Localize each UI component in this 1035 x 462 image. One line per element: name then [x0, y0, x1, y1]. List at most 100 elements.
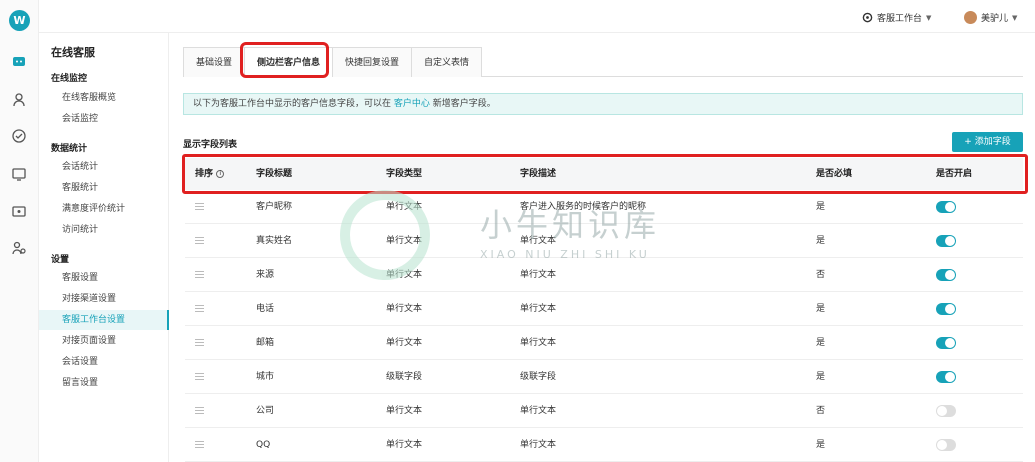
sidebar-item-message-settings[interactable]: 留言设置	[39, 373, 169, 393]
notice-text-after: 新增客户字段。	[432, 99, 496, 109]
info-notice: 以下为客服工作台中显示的客户信息字段，可以在 客户中心 新增客户字段。	[183, 93, 1023, 115]
cell-title: QQ	[256, 440, 271, 450]
cell-required: 是	[816, 236, 826, 246]
monitor-person-icon[interactable]	[11, 92, 27, 108]
cell-type: 级联字段	[386, 372, 423, 382]
users-icon[interactable]	[11, 240, 27, 256]
cell-type: 单行文本	[386, 236, 423, 246]
table-row: QQ 单行文本 单行文本 是	[185, 428, 1023, 462]
drag-handle-icon[interactable]	[195, 237, 204, 244]
enable-toggle[interactable]	[936, 439, 956, 451]
table-row: 真实姓名 单行文本 单行文本 是	[185, 224, 1023, 258]
cell-title: 电话	[256, 304, 275, 314]
sidebar-item-session-settings[interactable]: 会话设置	[39, 352, 169, 372]
drag-handle-icon[interactable]	[195, 203, 204, 210]
sidebar-item-visit-stats[interactable]: 访问统计	[39, 220, 169, 240]
cell-required: 是	[816, 372, 826, 382]
table-row: 公司 单行文本 单行文本 否	[185, 394, 1023, 428]
cell-desc: 单行文本	[520, 304, 557, 314]
table-row: 城市 级联字段 级联字段 是	[185, 360, 1023, 394]
enable-toggle[interactable]	[936, 371, 956, 383]
sidebar-item-workbench-settings[interactable]: 客服工作台设置	[39, 310, 169, 330]
sidebar-item-session-monitor[interactable]: 会话监控	[39, 109, 169, 129]
sidebar-item-overview[interactable]: 在线客服概览	[39, 88, 169, 108]
workspace-switcher[interactable]: 客服工作台 ▼	[862, 11, 931, 24]
sidebar-item-satisfaction-stats[interactable]: 满意度评价统计	[39, 199, 169, 219]
cell-type: 单行文本	[386, 270, 423, 280]
top-bar: 客服工作台 ▼ 美驴儿 ▼	[39, 0, 1035, 33]
cell-title: 客户昵称	[256, 202, 293, 212]
add-field-button[interactable]: + 添加字段	[952, 132, 1023, 152]
highlight-box-header	[182, 154, 1028, 194]
table-row: 客户昵称 单行文本 客户进入服务的时候客户的昵称 是	[185, 190, 1023, 224]
cell-type: 单行文本	[386, 202, 423, 212]
cell-title: 来源	[256, 270, 275, 280]
cell-desc: 单行文本	[520, 406, 557, 416]
workspace-label: 客服工作台	[877, 14, 923, 24]
sidebar-group-monitor: 在线监控	[51, 74, 88, 84]
chevron-down-icon: ▼	[1012, 13, 1018, 22]
sidebar: 在线客服 在线监控 在线客服概览 会话监控 数据统计 会话统计 客服统计 满意度…	[39, 33, 169, 462]
sidebar-group-stats: 数据统计	[51, 144, 88, 154]
cell-required: 是	[816, 202, 826, 212]
customer-center-link[interactable]: 客户中心	[394, 99, 430, 109]
cell-title: 公司	[256, 406, 275, 416]
icon-rail: W	[0, 0, 39, 462]
chevron-down-icon: ▼	[926, 13, 932, 22]
cell-type: 单行文本	[386, 440, 423, 450]
cell-required: 是	[816, 440, 826, 450]
sidebar-group-settings: 设置	[51, 255, 70, 265]
sidebar-item-agent-settings[interactable]: 客服设置	[39, 268, 169, 288]
cell-required: 是	[816, 338, 826, 348]
headset-icon	[862, 12, 873, 23]
screen-icon[interactable]	[11, 204, 27, 220]
cell-title: 城市	[256, 372, 275, 382]
cell-type: 单行文本	[386, 406, 423, 416]
cell-title: 真实姓名	[256, 236, 293, 246]
table-row: 邮箱 单行文本 单行文本 是	[185, 326, 1023, 360]
tab-basic-settings[interactable]: 基础设置	[183, 47, 246, 77]
table-row: 电话 单行文本 单行文本 是	[185, 292, 1023, 326]
cell-desc: 级联字段	[520, 372, 557, 382]
drag-handle-icon[interactable]	[195, 305, 204, 312]
enable-toggle[interactable]	[936, 303, 956, 315]
cell-desc: 单行文本	[520, 270, 557, 280]
sidebar-title: 在线客服	[51, 46, 95, 59]
tab-quick-reply[interactable]: 快捷回复设置	[332, 47, 413, 77]
highlight-box-tab	[240, 42, 329, 78]
list-title: 显示字段列表	[183, 140, 238, 150]
cell-type: 单行文本	[386, 304, 423, 314]
stats-screen-icon[interactable]	[11, 166, 27, 182]
cell-desc: 单行文本	[520, 236, 557, 246]
cell-required: 否	[816, 270, 826, 280]
enable-toggle[interactable]	[936, 337, 956, 349]
table-row: 来源 单行文本 单行文本 否	[185, 258, 1023, 292]
cell-desc: 客户进入服务的时候客户的昵称	[520, 202, 647, 212]
avatar	[964, 11, 977, 24]
enable-toggle[interactable]	[936, 405, 956, 417]
drag-handle-icon[interactable]	[195, 373, 204, 380]
cell-required: 是	[816, 304, 826, 314]
enable-toggle[interactable]	[936, 269, 956, 281]
drag-handle-icon[interactable]	[195, 271, 204, 278]
cell-type: 单行文本	[386, 338, 423, 348]
enable-toggle[interactable]	[936, 235, 956, 247]
check-circle-icon[interactable]	[11, 128, 27, 144]
user-menu[interactable]: 美驴儿 ▼	[964, 11, 1017, 24]
cell-required: 否	[816, 406, 826, 416]
sidebar-item-session-stats[interactable]: 会话统计	[39, 157, 169, 177]
sidebar-item-agent-stats[interactable]: 客服统计	[39, 178, 169, 198]
sidebar-item-channel-settings[interactable]: 对接渠道设置	[39, 289, 169, 309]
drag-handle-icon[interactable]	[195, 407, 204, 414]
drag-handle-icon[interactable]	[195, 441, 204, 448]
tab-custom-emoji[interactable]: 自定义表情	[411, 47, 483, 77]
user-name: 美驴儿	[981, 14, 1009, 24]
drag-handle-icon[interactable]	[195, 339, 204, 346]
notice-text-before: 以下为客服工作台中显示的客户信息字段，可以在	[193, 99, 392, 109]
enable-toggle[interactable]	[936, 201, 956, 213]
chat-icon[interactable]	[11, 54, 27, 70]
cell-desc: 单行文本	[520, 338, 557, 348]
app-logo[interactable]: W	[9, 10, 30, 31]
sidebar-item-page-settings[interactable]: 对接页面设置	[39, 331, 169, 351]
cell-title: 邮箱	[256, 338, 275, 348]
